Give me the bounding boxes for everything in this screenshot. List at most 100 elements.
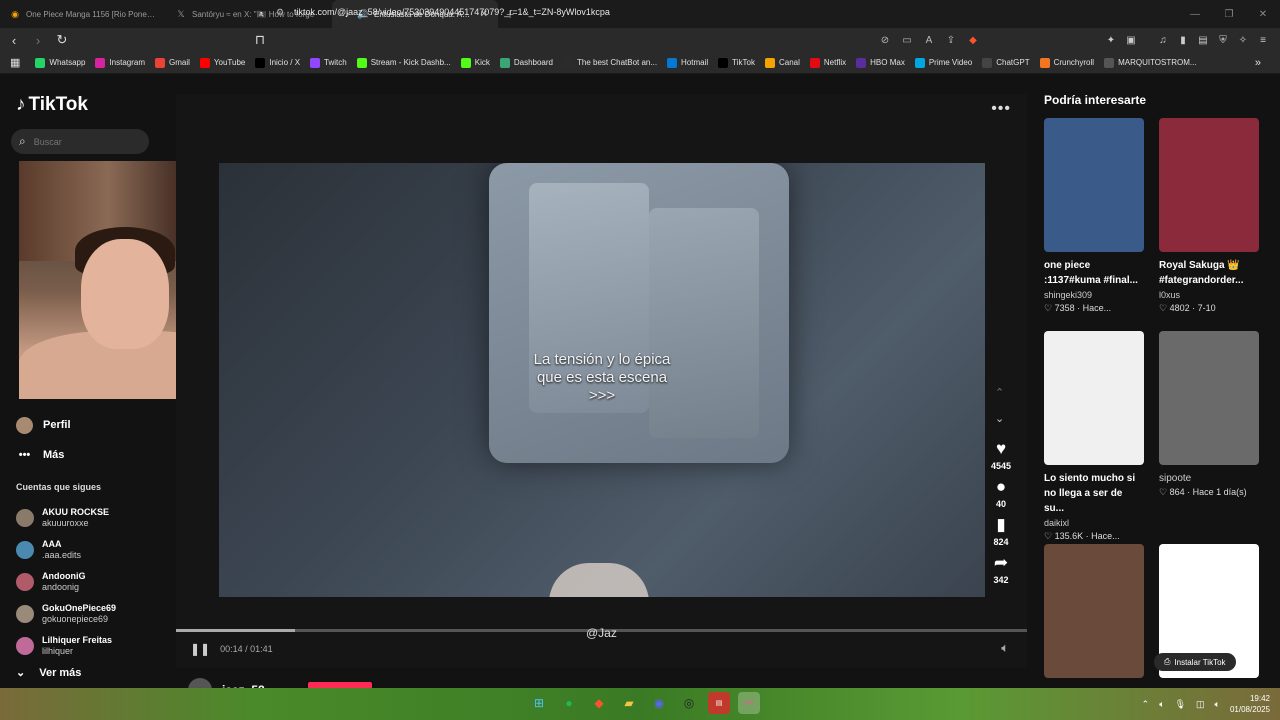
apps-icon[interactable]: ▦ xyxy=(0,56,30,69)
video-frame[interactable]: La tensión y lo épica que es esta escena… xyxy=(219,163,985,597)
video-player[interactable]: ••• La tensión y lo épica que es esta es… xyxy=(176,94,1027,668)
file-explorer-icon[interactable]: ▰ xyxy=(618,692,640,714)
more-bookmarks-icon[interactable]: » xyxy=(1250,57,1266,69)
mic-icon[interactable]: 🎙︎ xyxy=(1175,699,1186,710)
bookmark-item[interactable]: Hotmail xyxy=(662,57,713,68)
leo-icon[interactable]: ✧ xyxy=(1236,35,1250,46)
following-account[interactable]: AAA .aaa.edits xyxy=(16,534,166,566)
card-author[interactable]: sipoote xyxy=(1159,473,1259,484)
forward-icon[interactable]: › xyxy=(28,33,48,48)
bookmark-icon[interactable]: ⊓ xyxy=(250,32,270,48)
see-more-button[interactable]: ⌄ Ver más xyxy=(16,666,81,680)
bookmark-item[interactable]: Dashboard xyxy=(495,57,558,68)
recommend-card[interactable]: Royal Sakuga 👑 #fategrandorder... l0xus ♡ … xyxy=(1159,118,1259,314)
card-author[interactable]: daikixl xyxy=(1044,518,1144,528)
bookmark-favicon-icon xyxy=(35,57,46,68)
minimize-icon[interactable]: — xyxy=(1178,9,1212,20)
back-icon[interactable]: ‹ xyxy=(4,33,24,48)
bookmark-item[interactable]: Stream - Kick Dashb... xyxy=(352,57,456,68)
translate-icon[interactable]: A xyxy=(922,35,936,46)
share-icon[interactable]: ⇪ xyxy=(944,35,958,46)
bookmark-item[interactable]: Netflix xyxy=(805,57,851,68)
card-author[interactable]: shingeki309 xyxy=(1044,290,1144,300)
bookmark-item[interactable]: YouTube xyxy=(195,57,250,68)
brave-shield-icon[interactable]: ◆ xyxy=(966,35,980,46)
site-info-icon[interactable]: ⚙ xyxy=(276,7,284,18)
save-button[interactable]: ▮ 824 xyxy=(993,515,1008,547)
music-icon[interactable]: ♫ xyxy=(1156,35,1170,46)
screenshot-icon[interactable]: ▣ xyxy=(1124,35,1138,46)
search-box[interactable]: ⌕ xyxy=(11,129,149,154)
tray-chevron-icon[interactable]: ⌃ xyxy=(1142,699,1150,710)
vpn-icon[interactable]: ⛨ xyxy=(1216,35,1230,46)
spotify-icon[interactable]: ● xyxy=(558,692,580,714)
network-icon[interactable]: ◫ xyxy=(1196,699,1205,710)
audio-icon[interactable]: 🔈︎ xyxy=(1159,699,1164,710)
video-thumbnail[interactable] xyxy=(1159,331,1259,465)
bookmark-favicon-icon xyxy=(667,57,678,68)
menu-icon[interactable]: ≡ xyxy=(1256,35,1270,46)
video-thumbnail[interactable] xyxy=(1044,331,1144,465)
bookmark-item[interactable]: The best ChatBot an... xyxy=(558,57,662,68)
extensions-icon[interactable]: ✦ xyxy=(1104,35,1118,46)
bookmark-item[interactable]: Whatsapp xyxy=(30,57,90,68)
browser-tab[interactable]: ◉ One Piece Manga 1156 [Rio Poneglyph xyxy=(0,0,166,28)
more-options-icon[interactable]: ••• xyxy=(991,100,1011,118)
speaker-icon[interactable]: 🔈︎ xyxy=(1215,699,1220,710)
nav-more[interactable]: ••• Más xyxy=(16,440,71,470)
video-thumbnail[interactable] xyxy=(1044,544,1144,678)
url-field[interactable]: ⚙ tiktok.com/@jaaz_58/video/753039490445… xyxy=(268,2,992,22)
following-account[interactable]: AndooniG andoonig xyxy=(16,566,166,598)
video-thumbnail[interactable] xyxy=(1044,118,1144,252)
bookmark-favicon-icon xyxy=(982,57,993,68)
start-icon[interactable]: ⊞ xyxy=(528,692,550,714)
recommend-card[interactable] xyxy=(1044,544,1144,678)
cast-icon[interactable]: ▭ xyxy=(900,35,914,46)
following-account[interactable]: GokuOnePiece69 gokuonepiece69 xyxy=(16,598,166,630)
volume-icon[interactable]: 🔈︎ xyxy=(1001,640,1009,656)
bookmark-item[interactable]: Prime Video xyxy=(910,57,977,68)
discord-icon[interactable]: ◉ xyxy=(648,692,670,714)
bookmark-item[interactable]: ChatGPT xyxy=(977,57,1034,68)
reload-icon[interactable]: ↻ xyxy=(52,32,72,48)
tiktok-logo[interactable]: ♪ TikTok xyxy=(16,94,88,116)
following-account[interactable]: AKUU ROCKSE akuuuroxxe xyxy=(16,502,166,534)
recommend-card[interactable]: Lo siento mucho si no llega a ser de su.… xyxy=(1044,331,1144,542)
close-window-icon[interactable]: ✕ xyxy=(1246,9,1280,20)
recommend-card[interactable]: sipoote ♡ 864 · Hace 1 día(s) xyxy=(1159,331,1259,498)
no-script-icon[interactable]: ⊘ xyxy=(878,35,892,46)
comment-button[interactable]: ● 40 xyxy=(996,477,1006,509)
bookmark-item[interactable]: TikTok xyxy=(713,57,760,68)
previous-video-icon[interactable]: ⌃ xyxy=(995,386,1004,399)
search-input[interactable] xyxy=(33,136,134,147)
bookmark-item[interactable]: Canal xyxy=(760,57,805,68)
restore-icon[interactable]: ❐ xyxy=(1212,9,1246,20)
bookmark-item[interactable]: Crunchyroll xyxy=(1035,57,1099,68)
account-handle: lilhiquer xyxy=(42,646,74,656)
pause-icon[interactable]: ❚❚ xyxy=(190,642,210,656)
recommend-card[interactable]: one piece :1137#kuma #final... shingeki30… xyxy=(1044,118,1144,314)
video-thumbnail[interactable] xyxy=(1159,118,1259,252)
bookmark-item[interactable]: Instagram xyxy=(90,57,150,68)
clock[interactable]: 19:42 01/08/2025 xyxy=(1230,693,1270,715)
next-video-icon[interactable]: ⌄ xyxy=(995,412,1004,425)
sidebar-icon[interactable]: ▮ xyxy=(1176,35,1190,46)
card-author[interactable]: l0xus xyxy=(1159,290,1259,300)
following-account[interactable]: Lilhiquer Freitas lilhiquer xyxy=(16,630,166,662)
install-tiktok-button[interactable]: ⎙ Instalar TikTok xyxy=(1154,653,1236,671)
bookmark-item[interactable]: HBO Max xyxy=(851,57,910,68)
snip-icon[interactable]: ✂ xyxy=(738,692,760,714)
nav-profile[interactable]: Perfil xyxy=(16,410,71,440)
wallet-icon[interactable]: ▤ xyxy=(1196,35,1210,46)
bookmark-item[interactable]: Gmail xyxy=(150,57,195,68)
bookmark-item[interactable]: Kick xyxy=(456,57,495,68)
bookmark-item[interactable]: Inicio / X xyxy=(250,57,305,68)
brave-icon[interactable]: ◆ xyxy=(588,692,610,714)
video-user-row[interactable]: jaaz_58 xyxy=(188,678,265,688)
like-button[interactable]: ♥ 4545 xyxy=(991,439,1011,471)
obs-icon[interactable]: ◎ xyxy=(678,692,700,714)
share-button[interactable]: ➦ 342 xyxy=(993,553,1008,585)
bookmark-item[interactable]: Twitch xyxy=(305,57,352,68)
bookmark-item[interactable]: MARQUITOSTROM... xyxy=(1099,57,1202,68)
app-icon[interactable]: ▤ xyxy=(708,692,730,714)
